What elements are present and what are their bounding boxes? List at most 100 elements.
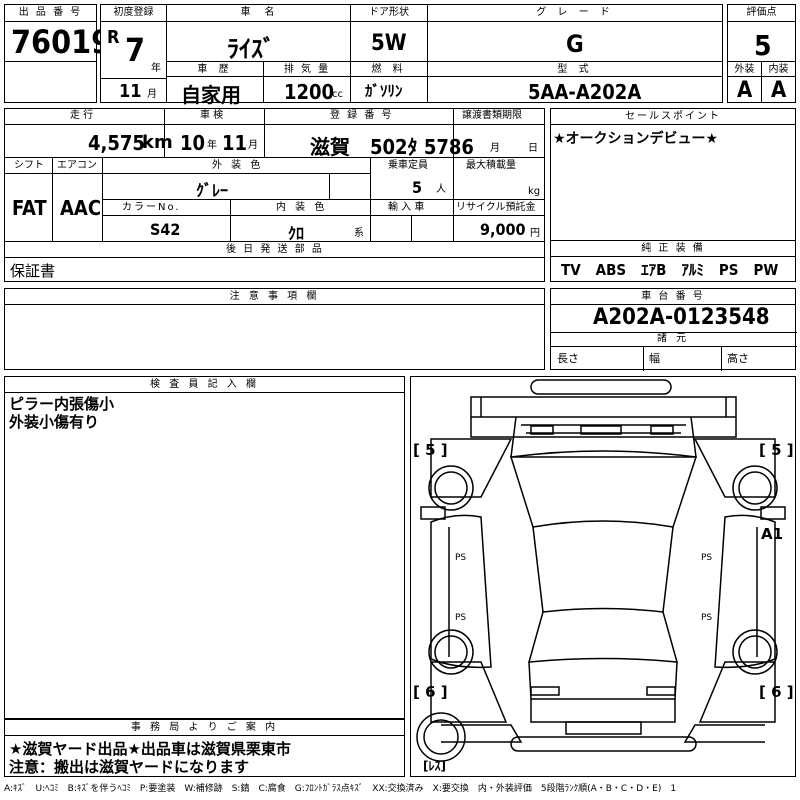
- int-color-label: 内 装 色: [276, 202, 328, 213]
- grade-label: グ レ ー ド: [428, 5, 722, 22]
- recycle-label: リサイクル預託金: [456, 202, 536, 213]
- svg-text:PS: PS: [701, 613, 712, 623]
- diagram-box: PS PS PS PS [ 5 ] [ 5 ] [ 6 ] [ 6 ] A1 […: [410, 376, 796, 777]
- mileage: 4,575: [88, 131, 145, 155]
- model-box: 型 式 5AA-A202A: [427, 61, 723, 104]
- inspector-box: 検 査 員 記 入 欄 ピラー内張傷小 外装小傷有り: [4, 376, 405, 719]
- insp-year: 10: [180, 131, 206, 155]
- history-label: 車 歴: [167, 62, 263, 77]
- capacity: 5: [412, 178, 423, 197]
- color-no-label: カラーNo.: [122, 202, 181, 213]
- model: 5AA-A202A: [528, 80, 642, 104]
- divider: [411, 215, 412, 242]
- fuel-label: 燃 料: [351, 62, 427, 77]
- parts-label: 後 日 発 送 部 品: [226, 244, 324, 255]
- door-type: 5W: [371, 31, 407, 56]
- displacement-label: 排 気 量: [264, 62, 350, 77]
- inspection-label: 車 検: [200, 110, 224, 121]
- equipment-text: TV ABS ｴｱB ｱﾙﾐ PS PW: [561, 261, 779, 279]
- office-label: 事 務 局 よ り ご 案 内: [5, 720, 404, 736]
- divider: [551, 346, 797, 347]
- inspector-line-2: 外装小傷有り: [9, 413, 100, 431]
- history-box: 車 歴 自家用: [166, 61, 264, 107]
- notes-label: 注 意 事 項 欄: [5, 289, 544, 305]
- ac: AAC: [60, 196, 102, 220]
- svg-text:PS: PS: [455, 553, 466, 563]
- shift-label: シフト: [14, 160, 44, 171]
- recycle: 9,000: [480, 220, 526, 239]
- first-reg-label: 初度登録: [101, 5, 166, 22]
- door-box: ドア形状 5W: [350, 4, 428, 62]
- height-label: 高さ: [727, 352, 749, 365]
- lot-label: 出 品 番 号: [5, 5, 96, 22]
- color-label: 外 装 色: [212, 160, 264, 171]
- displacement-box: 排 気 量 1200 cc: [263, 61, 351, 104]
- mileage-unit: km: [142, 132, 173, 153]
- door-label: ドア形状: [351, 5, 427, 22]
- capacity-label: 乗車定員: [388, 160, 428, 171]
- transfer-label: 譲渡書類期限: [462, 110, 522, 121]
- office-line-1: ★滋賀ヤード出品★出品車は滋賀県栗東市: [9, 740, 291, 758]
- history: 自家用: [181, 83, 241, 107]
- year-unit: 年: [151, 63, 161, 74]
- notes-box: 注 意 事 項 欄: [4, 288, 545, 370]
- name-label: 車 名: [167, 5, 350, 22]
- fuel-box: 燃 料 ｶﾞｿﾘﾝ: [350, 61, 428, 103]
- chassis-box: 車 台 番 号 A202A-0123548 諸 元 長さ 幅 高さ: [550, 288, 797, 371]
- parts-text: 保証書: [10, 262, 56, 280]
- spec-label: 諸 元: [657, 333, 690, 344]
- int-grade: A: [771, 78, 787, 103]
- score: 5: [754, 29, 772, 62]
- fuel: ｶﾞｿﾘﾝ: [365, 82, 403, 100]
- svg-text:PS: PS: [455, 613, 466, 623]
- divider: [329, 173, 330, 199]
- tread-front-left: [ 5 ]: [413, 441, 448, 459]
- divider: [101, 78, 168, 79]
- width-label: 幅: [649, 352, 660, 365]
- divider: [102, 215, 545, 216]
- shift: FAT: [12, 196, 47, 220]
- divider: [4, 124, 545, 125]
- name-box: 車 名 ﾗｲｽﾞ: [166, 4, 351, 63]
- divider: [4, 241, 545, 242]
- displacement: 1200: [284, 80, 335, 104]
- transfer-day-unit: 日: [528, 143, 538, 154]
- lot-box: 出 品 番 号 76019: [4, 4, 111, 62]
- mileage-label: 走 行: [70, 110, 94, 121]
- capacity-unit: 人: [436, 184, 446, 195]
- reg-no-label: 登 録 番 号: [330, 110, 394, 121]
- divider: [230, 199, 231, 242]
- office-line-2: 注意：搬出は滋賀ヤードになります: [9, 758, 250, 776]
- grade: G: [566, 30, 584, 58]
- int-color-unit: 系: [354, 228, 364, 239]
- svg-text:PS: PS: [701, 553, 712, 563]
- reg-no: 滋賀 502ﾀ 5786: [310, 135, 474, 159]
- ext-box: 外装 A: [727, 61, 762, 103]
- car-name: ﾗｲｽﾞ: [227, 35, 275, 63]
- insp-month-unit: 月: [248, 140, 258, 151]
- first-reg-box: 初度登録 R 7 年 11 月: [100, 4, 168, 103]
- length-label: 長さ: [557, 352, 579, 365]
- era: R: [107, 27, 120, 48]
- grade-box: グ レ ー ド G: [427, 4, 723, 62]
- ext-label: 外装: [728, 62, 761, 77]
- ext-grade: A: [737, 78, 753, 103]
- month-unit: 月: [147, 89, 157, 100]
- import-label: 輸 入 車: [388, 202, 425, 213]
- insp-year-unit: 年: [207, 140, 217, 151]
- recycle-unit: 円: [530, 228, 540, 239]
- divider: [52, 157, 53, 242]
- tread-front-right: [ 5 ]: [759, 441, 794, 459]
- sales-text: ★オークションデビュー★: [553, 131, 719, 147]
- lot-blank: [4, 61, 97, 103]
- transfer-month-unit: 月: [490, 143, 500, 154]
- tread-rear-right: [ 6 ]: [759, 683, 794, 701]
- divider: [721, 346, 722, 371]
- displacement-unit: cc: [332, 89, 343, 100]
- chassis-label: 車 台 番 号: [551, 289, 795, 305]
- car-diagram: PS PS PS PS: [416, 379, 786, 762]
- int-label: 内装: [762, 62, 795, 77]
- inspector-line-1: ピラー内張傷小: [9, 395, 115, 413]
- int-box: 内装 A: [761, 61, 796, 103]
- equipment-box: 純 正 装 備 TV ABS ｴｱB ｱﾙﾐ PS PW: [550, 240, 796, 282]
